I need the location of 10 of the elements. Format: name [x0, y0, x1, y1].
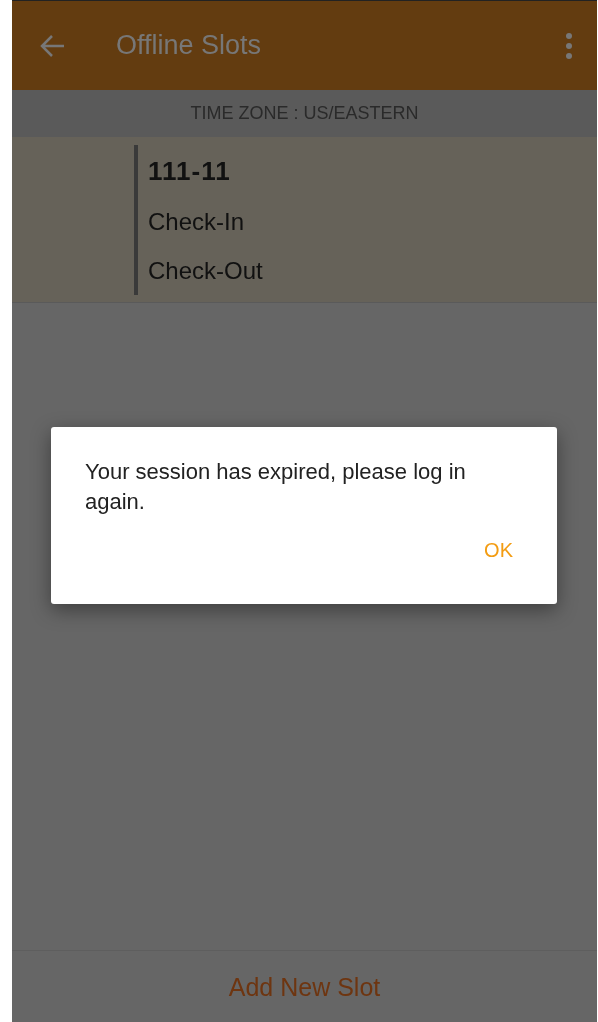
dialog-message: Your session has expired, please log in again.	[85, 458, 467, 516]
screen-title: Offline Slots	[116, 30, 263, 61]
more-menu-icon[interactable]	[565, 32, 573, 59]
check-in-label: Check-In	[148, 207, 246, 236]
slot-card[interactable]: 111-11 Check-In Check-Out	[12, 137, 597, 303]
check-out-label: Check-Out	[148, 256, 264, 285]
slot-id: 111-11	[148, 155, 232, 187]
ok-button[interactable]: OK	[470, 531, 527, 570]
back-arrow-icon[interactable]	[40, 33, 66, 58]
add-new-slot-button[interactable]: Add New Slot	[220, 968, 389, 1006]
